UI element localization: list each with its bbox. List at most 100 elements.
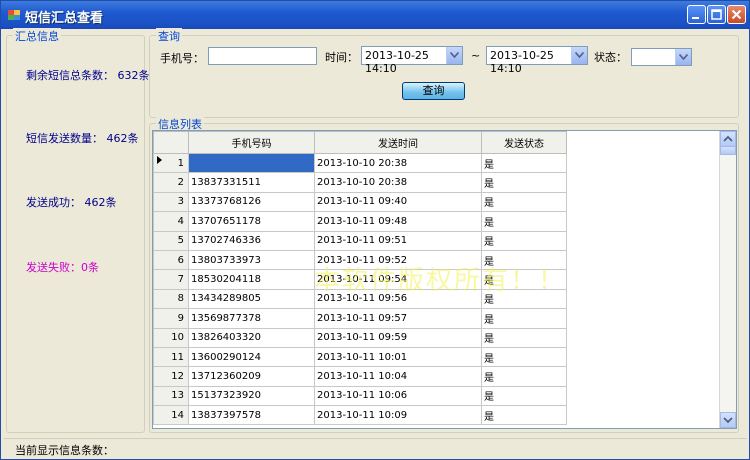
row-number[interactable]: 10: [153, 327, 189, 348]
status-cell: 是: [481, 211, 567, 232]
minimize-button[interactable]: [687, 5, 706, 24]
range-tilde: ~: [471, 49, 481, 62]
row-number[interactable]: 13: [153, 385, 189, 407]
status-bar-label: 当前显示信息条数：: [15, 444, 114, 457]
row-number[interactable]: 1: [153, 152, 189, 174]
phone-cell: 13803733973: [188, 249, 315, 271]
row-number[interactable]: 2: [153, 172, 189, 193]
row-number[interactable]: 3: [153, 191, 189, 213]
end-time-dropdown[interactable]: [571, 47, 587, 64]
table-row[interactable]: 13 15137323920 2013-10-11 10:06 是: [153, 385, 567, 407]
status-cell: 是: [481, 191, 567, 213]
maximize-button[interactable]: [707, 5, 726, 24]
phone-cell: 13434289805: [188, 288, 315, 310]
status-cell: 是: [481, 385, 567, 407]
title-bar[interactable]: 短信汇总查看: [1, 1, 749, 29]
status-cell: 是: [481, 269, 567, 290]
phone-cell: 15137323920: [188, 385, 315, 407]
status-cell: 是: [481, 366, 567, 387]
current-row-arrow-icon: [157, 156, 162, 164]
window-title: 短信汇总查看: [25, 11, 104, 26]
close-icon: [731, 9, 742, 20]
status-cell: 是: [481, 327, 567, 348]
main-window: 短信汇总查看 汇总信息 剩余短信总条数： 632条 短信发送数量： 462条 发…: [0, 0, 750, 460]
phone-cell: 13600290124: [188, 346, 315, 368]
row-number[interactable]: 9: [153, 308, 189, 329]
table-row[interactable]: 8 13434289805 2013-10-11 09:56 是: [153, 288, 567, 310]
chevron-up-icon: [723, 135, 733, 142]
row-number[interactable]: 4: [153, 211, 189, 232]
summary-legend: 汇总信息: [13, 28, 61, 44]
time-cell: 2013-10-11 10:01: [314, 346, 482, 368]
row-number[interactable]: 8: [153, 288, 189, 310]
status-cell: 是: [481, 346, 567, 368]
summary-group: 汇总信息: [6, 28, 145, 433]
row-header-corner: [153, 131, 189, 154]
status-dropdown[interactable]: [675, 49, 691, 65]
time-cell: 2013-10-10 20:38: [314, 172, 482, 193]
scroll-thumb[interactable]: [720, 146, 736, 155]
table-row[interactable]: 9 13569877378 2013-10-11 09:57 是: [153, 308, 567, 329]
table-body: 1 2013-10-10 20:38 是 2 13837331511 2013-10-10…: [153, 152, 567, 426]
status-cell: 是: [481, 405, 567, 426]
table-row[interactable]: 5 13702746336 2013-10-11 09:51 是: [153, 230, 567, 251]
phone-cell: 13707651178: [188, 211, 315, 232]
phone-cell: 18530204118: [188, 269, 315, 290]
table-row[interactable]: 2 13837331511 2013-10-10 20:38 是: [153, 172, 567, 193]
table-row[interactable]: 10 13826403320 2013-10-11 09:59 是: [153, 327, 567, 348]
message-grid[interactable]: 手机号码 发送时间 发送状态 1 2013-10-10 20:38 是 2 138373…: [152, 130, 737, 429]
status-cell: 是: [481, 230, 567, 251]
status-label: 状态：: [594, 51, 627, 64]
time-cell: 2013-10-11 09:48: [314, 211, 482, 232]
row-number[interactable]: 12: [153, 366, 189, 387]
time-cell: 2013-10-11 09:59: [314, 327, 482, 348]
close-button[interactable]: [727, 5, 746, 24]
phone-cell: 13826403320: [188, 327, 315, 348]
row-number[interactable]: 14: [153, 405, 189, 426]
table-row[interactable]: 14 13837397578 2013-10-11 10:09 是: [153, 405, 567, 426]
table-row[interactable]: 7 18530204118 2013-10-11 09:54 是: [153, 269, 567, 290]
phone-cell: 13837397578: [188, 405, 315, 426]
table-row[interactable]: 1 2013-10-10 20:38 是: [153, 152, 567, 174]
table-row[interactable]: 4 13707651178 2013-10-11 09:48 是: [153, 211, 567, 232]
scroll-up-button[interactable]: [720, 131, 736, 147]
time-cell: 2013-10-11 09:52: [314, 249, 482, 271]
client-area: 汇总信息 剩余短信总条数： 632条 短信发送数量： 462条 发送成功： 46…: [4, 28, 747, 459]
column-header-time[interactable]: 发送时间: [314, 131, 482, 154]
time-cell: 2013-10-11 09:57: [314, 308, 482, 329]
status-cell: 是: [481, 152, 567, 174]
status-select[interactable]: [631, 48, 692, 66]
start-time-picker[interactable]: 2013-10-25 14:10: [361, 46, 463, 75]
column-header-phone[interactable]: 手机号码: [188, 131, 315, 154]
row-number[interactable]: 5: [153, 230, 189, 251]
chevron-down-icon: [723, 417, 733, 424]
start-time-dropdown[interactable]: [446, 47, 462, 64]
time-cell: 2013-10-11 09:54: [314, 269, 482, 290]
minimize-icon: [692, 17, 699, 19]
row-number[interactable]: 6: [153, 249, 189, 271]
phone-cell: [188, 152, 315, 174]
search-button[interactable]: 查询: [402, 82, 465, 100]
time-cell: 2013-10-11 10:04: [314, 366, 482, 387]
status-cell: 是: [481, 172, 567, 193]
table-row[interactable]: 6 13803733973 2013-10-11 09:52 是: [153, 249, 567, 271]
phone-cell: 13373768126: [188, 191, 315, 213]
table-row[interactable]: 3 13373768126 2013-10-11 09:40 是: [153, 191, 567, 213]
row-number[interactable]: 11: [153, 346, 189, 368]
phone-cell: 13837331511: [188, 172, 315, 193]
status-bar: 当前显示信息条数：: [4, 438, 747, 459]
phone-input[interactable]: [208, 47, 317, 65]
table-row[interactable]: 12 13712360209 2013-10-11 10:04 是: [153, 366, 567, 387]
phone-cell: 13712360209: [188, 366, 315, 387]
scroll-down-button[interactable]: [720, 412, 736, 428]
column-header-status[interactable]: 发送状态: [481, 131, 567, 154]
row-number[interactable]: 7: [153, 269, 189, 290]
maximize-icon: [711, 9, 722, 20]
time-cell: 2013-10-10 20:38: [314, 152, 482, 174]
time-label: 时间：: [325, 51, 358, 64]
end-time-picker[interactable]: 2013-10-25 14:10: [486, 46, 588, 75]
table-row[interactable]: 11 13600290124 2013-10-11 10:01 是: [153, 346, 567, 368]
table-header-row: 手机号码 发送时间 发送状态: [153, 131, 567, 154]
vertical-scrollbar[interactable]: [719, 131, 736, 428]
time-cell: 2013-10-11 10:06: [314, 385, 482, 407]
